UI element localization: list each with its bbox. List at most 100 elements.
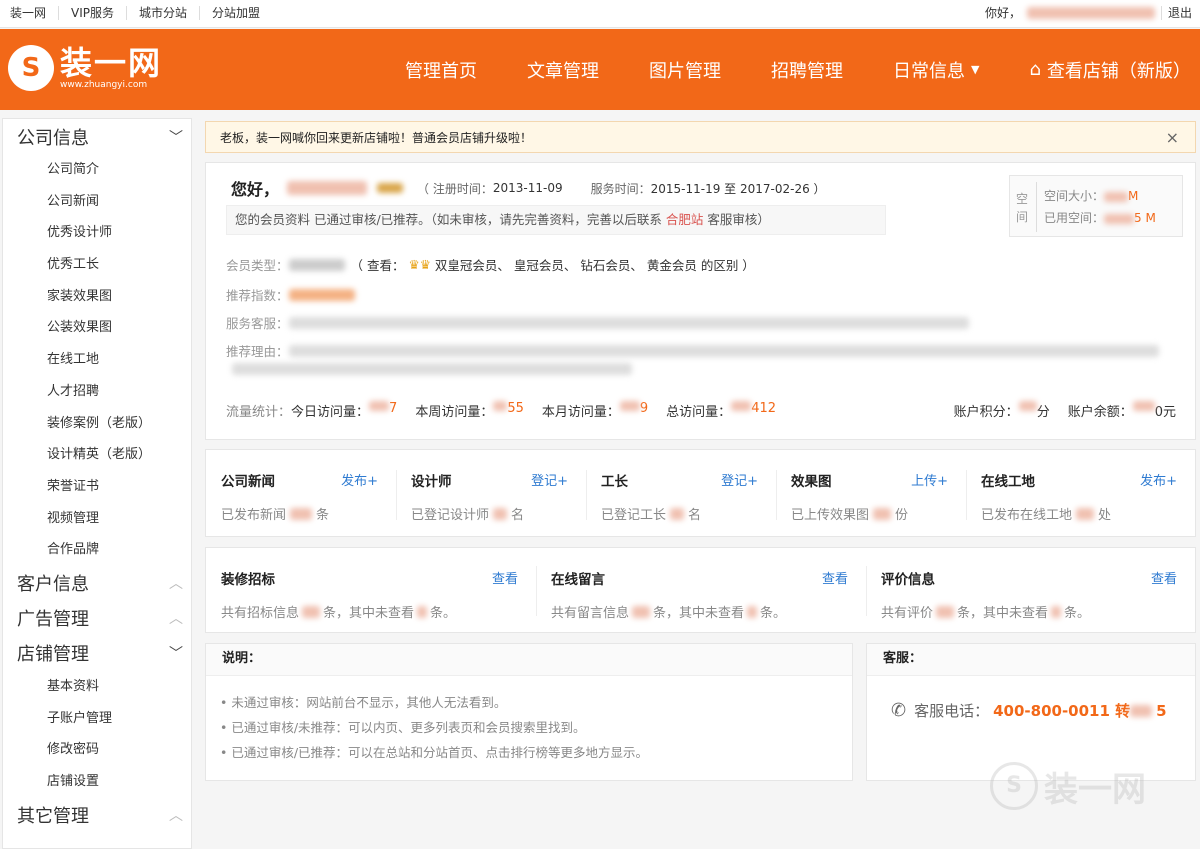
chevron-up-icon: ︿ (169, 808, 183, 825)
sidebar-item-brands[interactable]: 合作品牌 (3, 534, 191, 566)
logo-url: www.zhuangyi.com (60, 80, 148, 90)
explanation-list: • 未通过审核：网站前台不显示，其他人无法看到。 • 已通过审核/未推荐：可以内… (206, 676, 852, 765)
service-phone: ✆ 客服电话： 400-800-0011 转 5 (891, 700, 1167, 721)
sidebar-group-company[interactable]: 公司信息 ﹀ (3, 119, 191, 154)
nav-home[interactable]: 管理首页 (380, 57, 502, 83)
sidebar-item-basic-info[interactable]: 基本资料 (3, 671, 191, 703)
nav-recruit[interactable]: 招聘管理 (746, 57, 868, 83)
storage-box: 空间 空间大小： M 已用空间： 5 M (1009, 175, 1183, 237)
sidebar-item-company-intro[interactable]: 公司简介 (3, 154, 191, 186)
quick-card-online-site: 在线工地 发布+ 已发布在线工地处 (966, 450, 1195, 538)
sidebar-item-designers[interactable]: 优秀设计师 (3, 217, 191, 249)
sidebar-group-ads[interactable]: 广告管理 ︿ (3, 601, 191, 636)
caret-down-icon: ▼ (971, 63, 980, 76)
sidebar-item-recruit[interactable]: 人才招聘 (3, 376, 191, 408)
notice-text: 老板，装一网喊你回来更新店铺啦！普通会员店铺升级啦！ (220, 130, 533, 145)
space-size-label: 空间大小： (1044, 189, 1105, 203)
nav-articles[interactable]: 文章管理 (502, 57, 624, 83)
sidebar-item-honors[interactable]: 荣誉证书 (3, 471, 191, 503)
upload-render-button[interactable]: 上传+ (911, 470, 948, 489)
member-badge-icon (377, 183, 404, 193)
watermark-text: 装一网 (1044, 769, 1146, 810)
sidebar-item-change-password[interactable]: 修改密码 (3, 734, 191, 766)
crown-icon: ♛♛ (408, 257, 431, 272)
publish-news-button[interactable]: 发布+ (341, 470, 378, 489)
chevron-down-icon: ﹀ (169, 129, 183, 146)
top-utility-bar: 装一网 VIP服务 城市分站 分站加盟 你好， 退出 (0, 0, 1200, 28)
city-station-link[interactable]: 合肥站 (666, 212, 704, 227)
top-link-franchise[interactable]: 分站加盟 (200, 6, 272, 20)
recommend-index-row: 推荐指数： (226, 285, 355, 304)
welcome-line: 您好， （ 注册时间： 2013-11-09 服务时间： 2015-11-19 … (231, 176, 826, 200)
sidebar-item-home-renders[interactable]: 家装效果图 (3, 281, 191, 313)
site-logo[interactable]: S 装一网 www.zhuangyi.com (8, 45, 162, 91)
service-label: 服务时间： (590, 181, 651, 196)
sidebar-group-store[interactable]: 店铺管理 ﹀ (3, 636, 191, 671)
info-summary-panel: 装修招标 查看 共有招标信息 条，其中未查看 条。 在线留言 查看 共有留言信息 条，… (205, 547, 1196, 633)
register-designer-button[interactable]: 登记+ (531, 470, 568, 489)
sidebar-item-foremen[interactable]: 优秀工长 (3, 249, 191, 281)
publish-site-button[interactable]: 发布+ (1140, 470, 1177, 489)
sidebar-item-company-news[interactable]: 公司新闻 (3, 186, 191, 218)
space-vertical-label: 空间 (1016, 192, 1029, 224)
traffic-stats: 流量统计： 今日访问量： 7 本周访问量： 55 本月访问量： 9 总访问量： 412 … (226, 401, 1176, 420)
register-date: 2013-11-09 (492, 181, 563, 195)
nav-images[interactable]: 图片管理 (624, 57, 746, 83)
notice-banner: 老板，装一网喊你回来更新店铺啦！普通会员店铺升级啦！ × (205, 121, 1196, 153)
sidebar-item-store-settings[interactable]: 店铺设置 (3, 766, 191, 798)
phone-icon: ✆ (891, 700, 907, 721)
explanation-line: • 未通过审核：网站前台不显示，其他人无法看到。 (220, 695, 507, 710)
sidebar: 公司信息 ﹀ 公司简介 公司新闻 优秀设计师 优秀工长 家装效果图 公装效果图 在… (2, 118, 192, 849)
service-staff-row: 服务客服： (226, 313, 969, 332)
top-link-vip[interactable]: VIP服务 (59, 6, 128, 20)
service-range: 2015-11-19 至 2017-02-26 ） (650, 181, 826, 196)
top-links: 装一网 VIP服务 城市分站 分站加盟 (10, 6, 272, 20)
account-overview-panel: 您好， （ 注册时间： 2013-11-09 服务时间： 2015-11-19 … (205, 162, 1196, 440)
member-type-row: 会员类型： （ 查看： ♛♛ 双皇冠会员、 皇冠会员、 钻石会员、 黄金会员 的… (226, 255, 755, 274)
top-link-city[interactable]: 城市分站 (127, 6, 201, 20)
hello-text: 您好， (231, 180, 280, 199)
register-label: （ 注册时间： (417, 181, 493, 196)
chevron-up-icon: ︿ (169, 576, 183, 593)
sidebar-item-online-site[interactable]: 在线工地 (3, 344, 191, 376)
explanation-line: • 已通过审核/已推荐：可以在总站和分站首页、点击排行榜等更多地方显示。 (220, 745, 649, 760)
info-card-messages: 在线留言 查看 共有留言信息 条，其中未查看 条。 (536, 548, 866, 634)
quick-actions-panel: 公司新闻 发布+ 已发布新闻条 设计师 登记+ 已登记设计师名 工长 登记+ 已… (205, 449, 1196, 537)
main-header: S 装一网 www.zhuangyi.com 管理首页 文章管理 图片管理 招聘… (0, 29, 1200, 110)
member-levels-link[interactable]: 双皇冠会员、 皇冠会员、 钻石会员、 黄金会员 的区别 ） (435, 255, 755, 274)
sidebar-group-customers[interactable]: 客户信息 ︿ (3, 566, 191, 601)
info-card-reviews: 评价信息 查看 共有评价 条，其中未查看 条。 (866, 548, 1195, 634)
explanation-title: 说明： (206, 644, 852, 676)
space-used-label: 已用空间： (1044, 211, 1105, 225)
register-foreman-button[interactable]: 登记+ (721, 470, 758, 489)
username-blurred (1026, 7, 1155, 19)
info-card-bidding: 装修招标 查看 共有招标信息 条，其中未查看 条。 (206, 548, 536, 634)
view-bidding-link[interactable]: 查看 (492, 568, 518, 587)
watermark-logo-icon: S (990, 762, 1038, 810)
username-blurred (287, 181, 368, 195)
logo-text: 装一网 (60, 44, 163, 82)
service-title: 客服： (867, 644, 1195, 676)
quick-card-designers: 设计师 登记+ 已登记设计师名 (396, 450, 586, 538)
chevron-up-icon: ︿ (169, 611, 183, 628)
view-reviews-link[interactable]: 查看 (1151, 568, 1177, 587)
quick-card-foremen: 工长 登记+ 已登记工长名 (586, 450, 776, 538)
close-icon[interactable]: × (1166, 128, 1179, 147)
nav-view-store[interactable]: ⌂ 查看店铺（新版） (1004, 57, 1200, 83)
nav-daily-info[interactable]: 日常信息 ▼ (868, 57, 1004, 83)
logout-link[interactable]: 退出 (1160, 6, 1192, 20)
sidebar-group-other[interactable]: 其它管理 ︿ (3, 798, 191, 833)
sidebar-item-cases-old[interactable]: 装修案例（老版） (3, 408, 191, 440)
sidebar-item-sub-accounts[interactable]: 子账户管理 (3, 703, 191, 735)
sidebar-item-public-renders[interactable]: 公装效果图 (3, 312, 191, 344)
main-nav: 管理首页 文章管理 图片管理 招聘管理 日常信息 ▼ ⌂ 查看店铺（新版） (380, 29, 1200, 110)
sidebar-item-elite-old[interactable]: 设计精英（老版） (3, 439, 191, 471)
quick-card-renders: 效果图 上传+ 已上传效果图份 (776, 450, 966, 538)
user-area: 你好， 退出 (985, 6, 1192, 20)
home-icon: ⌂ (1029, 59, 1041, 80)
greeting-text: 你好， (984, 6, 1021, 20)
sidebar-item-videos[interactable]: 视频管理 (3, 503, 191, 535)
explanation-panel: 说明： • 未通过审核：网站前台不显示，其他人无法看到。 • 已通过审核/未推荐… (205, 643, 853, 781)
view-messages-link[interactable]: 查看 (822, 568, 848, 587)
top-link-home[interactable]: 装一网 (10, 6, 60, 20)
